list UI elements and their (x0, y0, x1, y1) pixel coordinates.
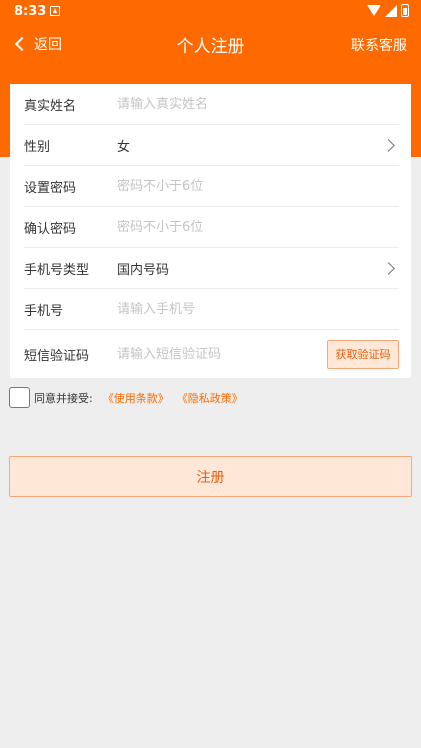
gender-label: 性别 (24, 139, 51, 155)
phone-type-label: 手机号类型 (24, 262, 90, 278)
set-password-input[interactable] (117, 178, 399, 194)
agree-checkbox[interactable] (9, 387, 30, 408)
form-row-set-password: 设置密码 (24, 166, 399, 207)
form-row-gender[interactable]: 性别 女 (24, 125, 399, 166)
form-row-phone: 手机号 (24, 289, 399, 330)
signal-icon (385, 4, 397, 17)
form-row-confirm-password: 确认密码 (24, 207, 399, 248)
phone-type-value: 国内号码 (117, 262, 170, 278)
get-code-button[interactable]: 获取验证码 (327, 339, 399, 369)
chevron-right-icon (382, 138, 395, 152)
sms-code-label: 短信验证码 (24, 348, 90, 364)
wifi-icon (367, 5, 381, 16)
set-password-label: 设置密码 (24, 180, 77, 196)
real-name-input[interactable] (117, 96, 399, 112)
status-time: 8:33 (14, 4, 47, 19)
contact-service-button[interactable]: 联系客服 (351, 35, 407, 55)
status-icons (367, 4, 409, 17)
confirm-password-input[interactable] (117, 219, 399, 235)
agree-text: 同意并接受: (34, 391, 93, 405)
sms-code-input[interactable] (117, 346, 327, 362)
register-button[interactable]: 注册 (9, 456, 412, 497)
notification-icon (50, 6, 60, 16)
battery-icon (401, 4, 409, 17)
phone-label: 手机号 (24, 303, 64, 319)
confirm-password-label: 确认密码 (24, 221, 77, 237)
form-row-phone-type[interactable]: 手机号类型 国内号码 (24, 248, 399, 289)
registration-form: 真实姓名 性别 女 设置密码 确认密码 手机号类型 国内号码 手机号 短信验证码… (10, 84, 411, 378)
phone-input[interactable] (117, 301, 399, 317)
status-bar: 8:33 (0, 0, 421, 24)
gender-value: 女 (117, 139, 131, 155)
agreement-row: 同意并接受: 《使用条款》 《隐私政策》 (9, 387, 251, 408)
form-row-sms-code: 短信验证码 获取验证码 (24, 330, 399, 378)
nav-bar: 返回 个人注册 联系客服 (0, 24, 421, 66)
real-name-label: 真实姓名 (24, 98, 77, 114)
terms-link[interactable]: 《使用条款》 (103, 390, 169, 406)
form-row-real-name: 真实姓名 (24, 84, 399, 125)
privacy-link[interactable]: 《隐私政策》 (177, 390, 243, 406)
chevron-right-icon (382, 261, 395, 275)
